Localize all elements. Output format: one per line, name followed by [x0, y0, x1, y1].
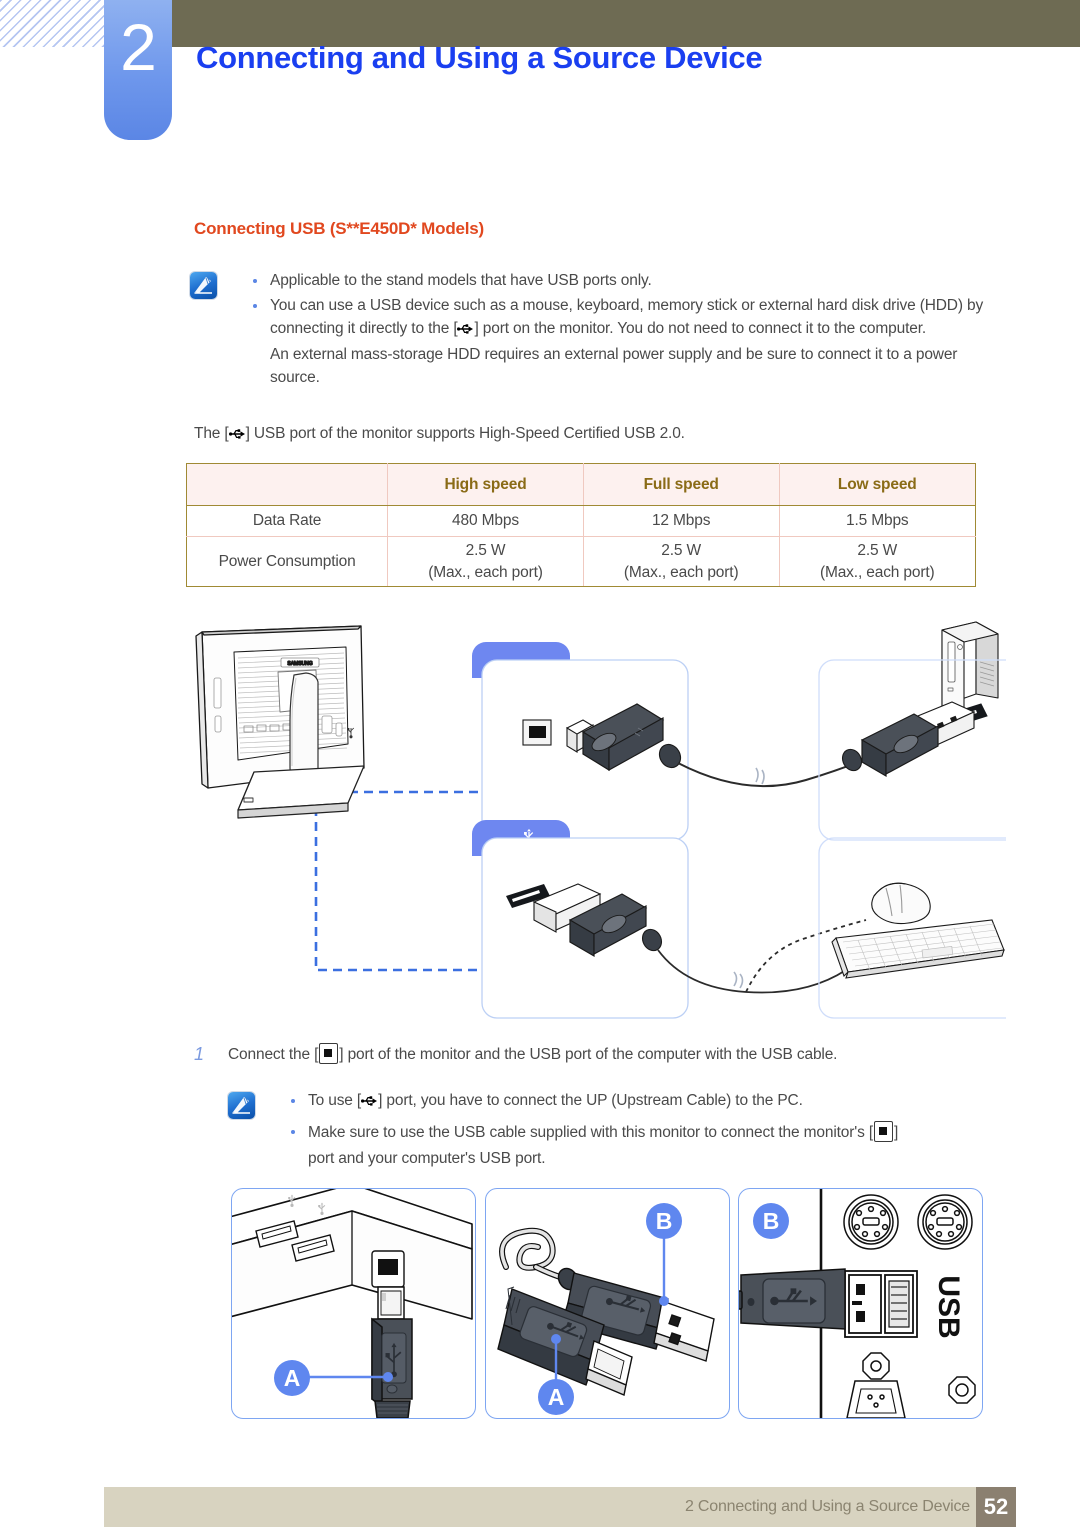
note-list-bottom: To use [] port, you have to connect the … — [286, 1090, 898, 1173]
detail-panel-cable-ends: B A — [485, 1188, 730, 1419]
usb-icon — [228, 427, 246, 439]
callout-badge-b-upper: B — [646, 1203, 682, 1239]
table-header-cell: High speed — [387, 463, 584, 506]
table-cell: 2.5 W (Max., each port) — [387, 536, 584, 587]
usb-b-port-icon — [874, 1120, 894, 1142]
callout-badge-a-lower: A — [538, 1379, 574, 1415]
usb-icon — [361, 1092, 378, 1106]
step-text: Connect the [] port of the monitor and t… — [228, 1043, 837, 1064]
table-header-cell: Low speed — [778, 463, 976, 506]
intro-paragraph: The [] USB port of the monitor supports … — [194, 425, 685, 442]
callout-badge-a: A — [274, 1360, 310, 1396]
list-item: You can use a USB device such as a mouse… — [248, 295, 1010, 390]
list-item-extra: port and your computer's USB port. — [308, 1149, 546, 1167]
list-item-extra: An external mass-storage HDD requires an… — [270, 345, 958, 386]
page-number: 52 — [976, 1487, 1016, 1527]
usb-b-port-icon — [319, 1043, 339, 1064]
step-number: 1 — [194, 1044, 205, 1064]
note-list-top: Applicable to the stand models that have… — [248, 270, 1010, 392]
table-cell: 12 Mbps — [582, 505, 780, 537]
footer-text: 2 Connecting and Using a Source Device — [684, 1498, 970, 1515]
table-cell: 2.5 W (Max., each port) — [778, 536, 976, 587]
callout-badge-b: B — [753, 1203, 789, 1239]
usb-label: USB — [932, 1275, 965, 1338]
table-header-row: High speed Full speed Low speed — [185, 463, 976, 506]
decorative-hatch-pattern — [0, 0, 104, 47]
note-pen-icon — [190, 272, 217, 304]
table-row-label: Power Consumption — [185, 536, 389, 587]
table-header-cell — [185, 463, 389, 506]
table-header-cell: Full speed — [582, 463, 780, 506]
detail-panel-monitor-port: A — [231, 1188, 476, 1419]
usb-connection-diagram: SAMSUNG — [186, 620, 1006, 1040]
table-row: Data Rate 480 Mbps 12 Mbps 1.5 Mbps — [185, 505, 976, 537]
list-item: Applicable to the stand models that have… — [248, 270, 1010, 293]
usb-spec-table: High speed Full speed Low speed Data Rat… — [185, 463, 976, 587]
table-cell: 1.5 Mbps — [778, 505, 976, 537]
table-cell: 2.5 W (Max., each port) — [582, 536, 780, 587]
section-heading: Connecting USB (S**E450D* Models) — [194, 219, 485, 238]
detail-panel-pc-back: USB B — [738, 1188, 983, 1419]
note-pen-icon — [228, 1092, 255, 1124]
svg-text:SAMSUNG: SAMSUNG — [287, 661, 312, 667]
usb-icon — [457, 320, 474, 334]
table-row-label: Data Rate — [185, 505, 389, 537]
table-row: Power Consumption 2.5 W (Max., each port)… — [185, 536, 976, 587]
chapter-number: 2 — [120, 10, 157, 84]
table-cell: 480 Mbps — [387, 505, 584, 537]
list-item: To use [] port, you have to connect the … — [286, 1090, 898, 1113]
list-item: Make sure to use the USB cable supplied … — [286, 1120, 898, 1171]
page-title: Connecting and Using a Source Device — [196, 40, 763, 75]
